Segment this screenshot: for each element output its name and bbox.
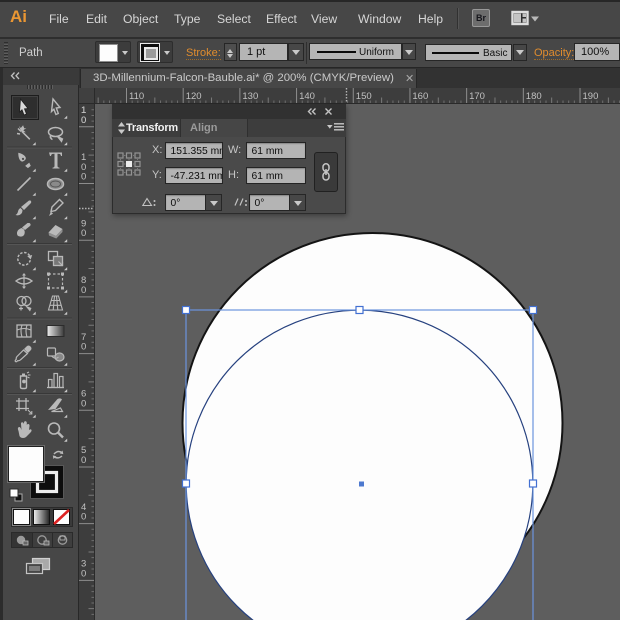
svg-text:110: 110 <box>129 91 144 102</box>
svg-text:0: 0 <box>81 398 86 409</box>
svg-text:0: 0 <box>81 228 86 239</box>
svg-text:0: 0 <box>81 455 86 466</box>
svg-text:0: 0 <box>81 115 86 126</box>
svg-text:120: 120 <box>186 91 202 102</box>
svg-text:0: 0 <box>81 172 86 183</box>
svg-text:190: 190 <box>583 91 599 102</box>
svg-text:170: 170 <box>469 91 485 102</box>
svg-text:150: 150 <box>356 91 372 102</box>
svg-text:130: 130 <box>242 91 258 102</box>
svg-text:140: 140 <box>299 91 315 102</box>
svg-text:0: 0 <box>81 568 86 579</box>
svg-text:0: 0 <box>81 512 86 523</box>
svg-text:160: 160 <box>412 91 428 102</box>
svg-text:0: 0 <box>81 285 86 296</box>
svg-text:180: 180 <box>526 91 542 102</box>
svg-text:0: 0 <box>81 342 86 353</box>
